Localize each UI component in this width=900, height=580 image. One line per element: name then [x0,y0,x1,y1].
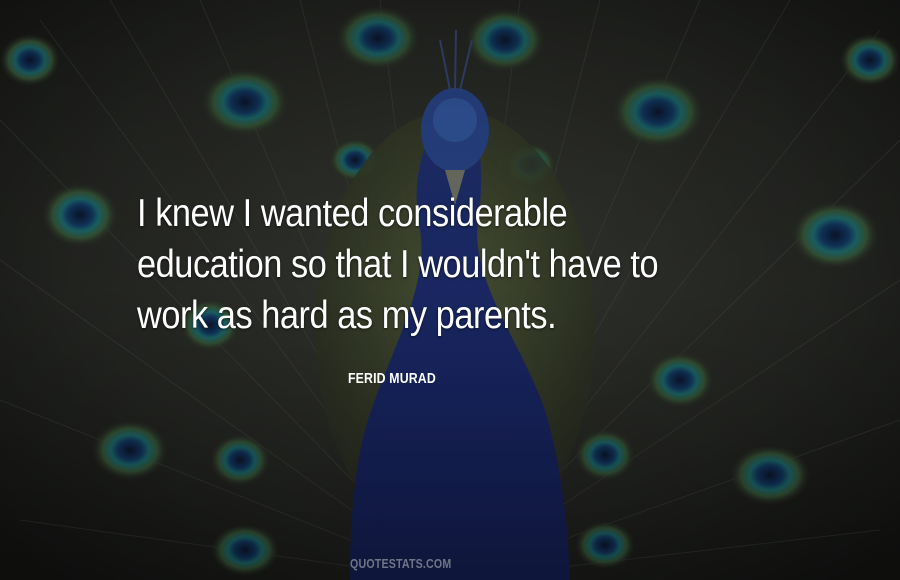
quote-text: I knew I wanted considerable education s… [137,188,771,341]
watermark-logo[interactable]: QUOTESTATS.COM [350,556,451,571]
quote-line-2: education so that I wouldn't have to [137,243,659,286]
quote-author: FERID MURAD [348,370,436,387]
quote-image: I knew I wanted considerable education s… [0,0,900,580]
quote-line-1: I knew I wanted considerable [137,192,568,235]
quote-line-3: work as hard as my parents. [137,294,557,337]
